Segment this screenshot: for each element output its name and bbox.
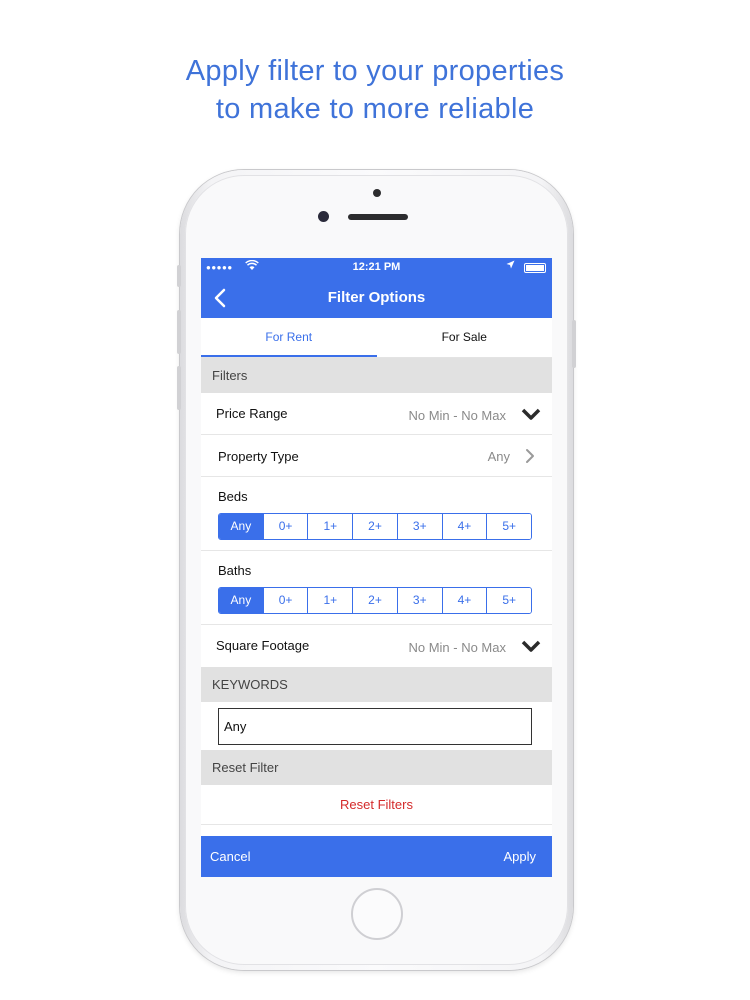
property-type-label: Property Type bbox=[218, 449, 299, 464]
power-button bbox=[572, 320, 576, 368]
price-range-value: No Min - No Max bbox=[408, 408, 506, 423]
promo-headline-line2: to make to more reliable bbox=[215, 93, 535, 125]
square-footage-row[interactable]: Square Footage No Min - No Max bbox=[201, 625, 552, 667]
beds-option-4-plus[interactable]: 4+ bbox=[442, 514, 488, 539]
home-button[interactable] bbox=[351, 888, 403, 940]
app-screen: ●●●●● 12:21 PM Filter Options For Rent F… bbox=[201, 258, 552, 877]
beds-option-any[interactable]: Any bbox=[219, 514, 264, 539]
chevron-down-icon[interactable] bbox=[521, 407, 541, 421]
promo-headline: Apply filter to your properties to make … bbox=[0, 52, 750, 128]
baths-option-1-plus[interactable]: 1+ bbox=[308, 588, 354, 613]
bottom-action-bar: Cancel Apply bbox=[201, 836, 552, 877]
beds-option-5-plus[interactable]: 5+ bbox=[487, 514, 531, 539]
status-time: 12:21 PM bbox=[352, 261, 401, 273]
baths-option-2-plus[interactable]: 2+ bbox=[353, 588, 398, 613]
proximity-sensor bbox=[373, 189, 381, 197]
mute-switch bbox=[177, 265, 181, 287]
volume-down-button bbox=[177, 366, 181, 410]
location-arrow-icon bbox=[506, 260, 515, 272]
square-footage-value: No Min - No Max bbox=[408, 640, 506, 655]
battery-icon bbox=[524, 263, 546, 273]
tab-for-rent[interactable]: For Rent bbox=[201, 318, 377, 357]
reset-filters-button[interactable]: Reset Filters bbox=[201, 785, 552, 825]
cancel-button[interactable]: Cancel bbox=[210, 849, 250, 864]
volume-up-button bbox=[177, 310, 181, 354]
reset-section-header: Reset Filter bbox=[201, 750, 552, 785]
status-bar: ●●●●● 12:21 PM bbox=[201, 258, 552, 278]
baths-segmented-control: Any 0+ 1+ 2+ 3+ 4+ 5+ bbox=[218, 587, 532, 614]
promo-headline-line1: Apply filter to your properties bbox=[185, 55, 565, 87]
chevron-right-icon bbox=[526, 449, 534, 463]
beds-option-1-plus[interactable]: 1+ bbox=[308, 514, 354, 539]
property-type-value: Any bbox=[487, 449, 510, 464]
chevron-down-icon[interactable] bbox=[521, 639, 541, 653]
beds-row: Beds Any 0+ 1+ 2+ 3+ 4+ 5+ bbox=[201, 477, 552, 551]
earpiece-speaker bbox=[348, 214, 408, 220]
listing-type-tabs: For Rent For Sale bbox=[201, 318, 552, 358]
beds-segmented-control: Any 0+ 1+ 2+ 3+ 4+ 5+ bbox=[218, 513, 532, 540]
baths-row: Baths Any 0+ 1+ 2+ 3+ 4+ 5+ bbox=[201, 551, 552, 625]
filters-section-header: Filters bbox=[201, 358, 552, 393]
tab-for-sale[interactable]: For Sale bbox=[377, 318, 553, 357]
baths-option-4-plus[interactable]: 4+ bbox=[442, 588, 488, 613]
baths-option-3-plus[interactable]: 3+ bbox=[397, 588, 443, 613]
keywords-row bbox=[201, 702, 552, 750]
nav-bar: Filter Options bbox=[201, 278, 552, 318]
apply-button[interactable]: Apply bbox=[503, 849, 536, 864]
baths-option-any[interactable]: Any bbox=[219, 588, 264, 613]
square-footage-label: Square Footage bbox=[216, 638, 310, 653]
price-range-label: Price Range bbox=[216, 406, 288, 421]
page-title: Filter Options bbox=[327, 289, 426, 306]
beds-label: Beds bbox=[218, 489, 248, 504]
phone-frame: ●●●●● 12:21 PM Filter Options For Rent F… bbox=[177, 170, 576, 970]
baths-label: Baths bbox=[218, 563, 252, 578]
beds-option-2-plus[interactable]: 2+ bbox=[353, 514, 398, 539]
front-camera bbox=[318, 211, 329, 222]
baths-option-5-plus[interactable]: 5+ bbox=[487, 588, 531, 613]
price-range-row[interactable]: Price Range No Min - No Max bbox=[201, 393, 552, 435]
keywords-input[interactable] bbox=[218, 708, 532, 745]
keywords-section-header: KEYWORDS bbox=[201, 667, 552, 702]
baths-option-0-plus[interactable]: 0+ bbox=[263, 588, 309, 613]
beds-option-3-plus[interactable]: 3+ bbox=[397, 514, 443, 539]
beds-option-0-plus[interactable]: 0+ bbox=[263, 514, 309, 539]
property-type-row[interactable]: Property Type Any bbox=[201, 435, 552, 477]
